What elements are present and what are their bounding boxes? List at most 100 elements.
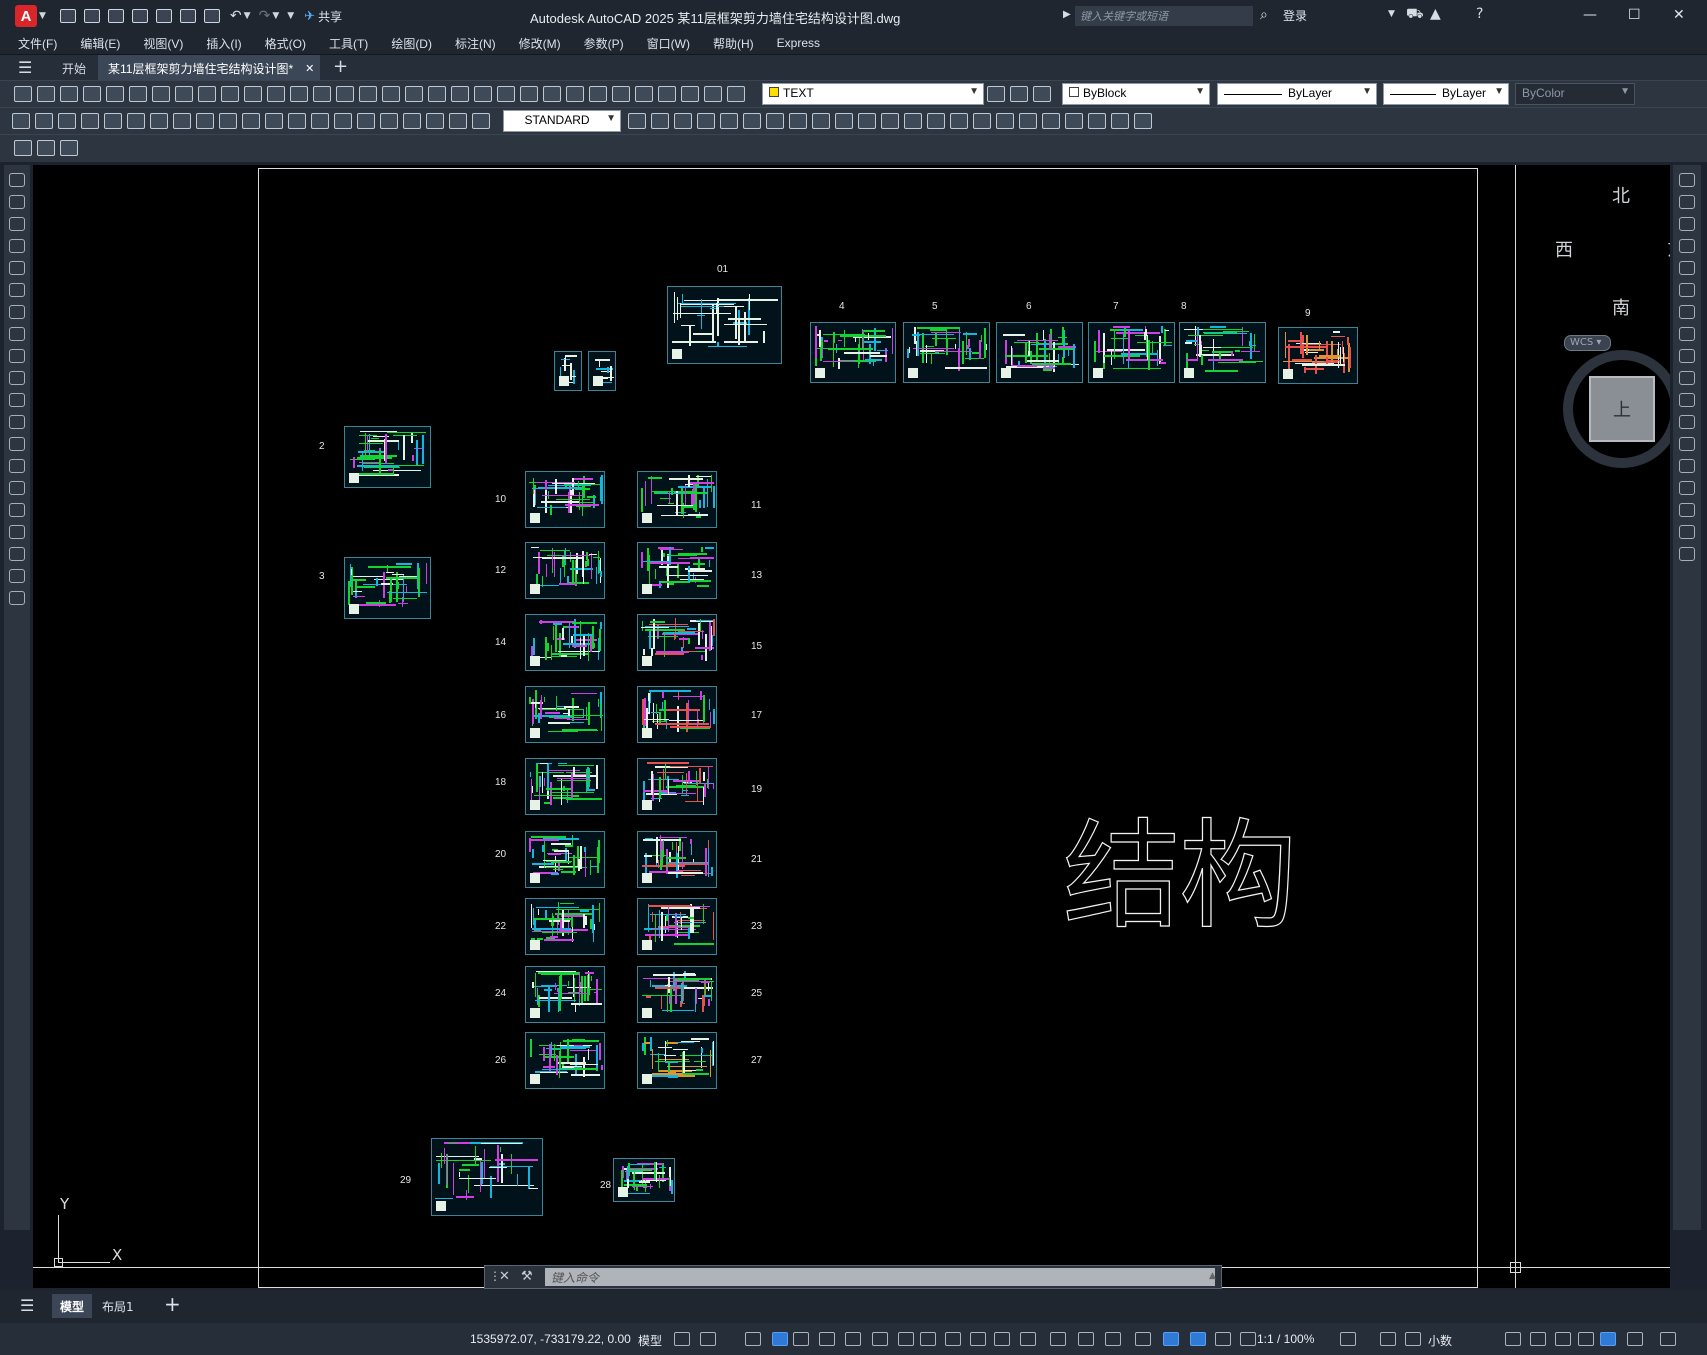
- status-toggle-icon[interactable]: [1135, 1332, 1151, 1346]
- toolbar-tool-icon[interactable]: [244, 86, 262, 102]
- lineweight-dropdown[interactable]: ByLayer ▼: [1383, 83, 1509, 105]
- draw-tool-icon[interactable]: [9, 393, 25, 407]
- toolbar-tool-icon[interactable]: [789, 113, 807, 129]
- toolbar-tool-icon[interactable]: [150, 113, 168, 129]
- drawing-sheet[interactable]: [637, 686, 717, 743]
- draw-tool-icon[interactable]: [9, 503, 25, 517]
- status-toggle-icon[interactable]: [1215, 1332, 1231, 1346]
- drawing-sheet[interactable]: [525, 614, 605, 671]
- plot-icon[interactable]: [203, 9, 220, 23]
- maximize-button[interactable]: ☐: [1628, 7, 1641, 23]
- tab-layout1[interactable]: 布局1: [102, 1298, 134, 1315]
- toolbar-tool-icon[interactable]: [987, 86, 1005, 102]
- modify-tool-icon[interactable]: [1679, 173, 1695, 187]
- toolbar-tool-icon[interactable]: [14, 86, 32, 102]
- menu-item[interactable]: 视图(V): [143, 35, 183, 52]
- model-space-toggle[interactable]: 模型: [638, 1332, 662, 1349]
- toolbar-tool-icon[interactable]: [543, 86, 561, 102]
- modify-tool-icon[interactable]: [1679, 503, 1695, 517]
- toolbar-tool-icon[interactable]: [704, 86, 722, 102]
- draw-tool-icon[interactable]: [9, 305, 25, 319]
- toolbar-tool-icon[interactable]: [1065, 113, 1083, 129]
- model-space-canvas[interactable]: Y X 结构 上 北 南 东 西 WCS ▾ 01456789231011121…: [33, 165, 1670, 1288]
- status-toggle-icon[interactable]: [970, 1332, 986, 1346]
- app-menu-chevron-icon[interactable]: ▼: [39, 11, 46, 21]
- status-toggle-icon[interactable]: [1405, 1332, 1421, 1346]
- toolbar-tool-icon[interactable]: [60, 86, 78, 102]
- status-toggle-icon[interactable]: [793, 1332, 809, 1346]
- status-toggle-icon[interactable]: [994, 1332, 1010, 1346]
- menu-item[interactable]: 文件(F): [18, 35, 57, 52]
- toolbar-tool-icon[interactable]: [221, 86, 239, 102]
- toolbar-tool-icon[interactable]: [173, 113, 191, 129]
- layout-menu-icon[interactable]: ☰: [20, 1296, 34, 1315]
- drawing-sheet[interactable]: [1088, 322, 1175, 383]
- draw-tool-icon[interactable]: [9, 481, 25, 495]
- toolbar-tool-icon[interactable]: [58, 113, 76, 129]
- toolbar-tool-icon[interactable]: [996, 113, 1014, 129]
- customize-qat-icon[interactable]: ▼: [287, 11, 294, 21]
- drawing-sheet[interactable]: [525, 686, 605, 743]
- status-toggle-icon[interactable]: [1340, 1332, 1356, 1346]
- toolbar-tool-icon[interactable]: [426, 113, 444, 129]
- menu-item[interactable]: 格式(O): [265, 35, 306, 52]
- status-toggle-icon[interactable]: [845, 1332, 861, 1346]
- modify-tool-icon[interactable]: [1679, 525, 1695, 539]
- menu-item[interactable]: Express: [777, 36, 820, 50]
- drawing-sheet[interactable]: [554, 351, 582, 391]
- toolbar-tool-icon[interactable]: [743, 113, 761, 129]
- save-as-icon[interactable]: [131, 9, 148, 23]
- drawing-sheet[interactable]: [903, 322, 990, 383]
- draw-tool-icon[interactable]: [9, 371, 25, 385]
- toolbar-tool-icon[interactable]: [1134, 113, 1152, 129]
- draw-tool-icon[interactable]: [9, 173, 25, 187]
- share-button[interactable]: 共享: [318, 8, 342, 25]
- wcs-menu-button[interactable]: WCS ▾: [1564, 335, 1611, 351]
- toolbar-tool-icon[interactable]: [881, 113, 899, 129]
- toolbar-tool-icon[interactable]: [311, 113, 329, 129]
- toolbar-tool-icon[interactable]: [35, 113, 53, 129]
- toolbar-tool-icon[interactable]: [267, 86, 285, 102]
- status-toggle-icon[interactable]: [920, 1332, 936, 1346]
- draw-tool-icon[interactable]: [9, 283, 25, 297]
- drawing-sheet[interactable]: [996, 322, 1083, 383]
- status-toggle-icon[interactable]: [1505, 1332, 1521, 1346]
- draw-tool-icon[interactable]: [9, 327, 25, 341]
- toolbar-tool-icon[interactable]: [1010, 86, 1028, 102]
- open-file-icon[interactable]: [83, 9, 100, 23]
- status-toggle-icon[interactable]: [945, 1332, 961, 1346]
- toolbar-tool-icon[interactable]: [127, 113, 145, 129]
- menu-item[interactable]: 编辑(E): [80, 35, 120, 52]
- toolbar-tool-icon[interactable]: [1033, 86, 1051, 102]
- drawing-sheet[interactable]: [525, 966, 605, 1023]
- menu-item[interactable]: 参数(P): [584, 35, 624, 52]
- cart-icon[interactable]: ⛟: [1406, 6, 1424, 24]
- toolbar-tool-icon[interactable]: [904, 113, 922, 129]
- drawing-sheet[interactable]: [637, 831, 717, 888]
- modify-tool-icon[interactable]: [1679, 305, 1695, 319]
- toolbar-tool-icon[interactable]: [37, 86, 55, 102]
- toolbar-tool-icon[interactable]: [681, 86, 699, 102]
- new-file-icon[interactable]: [59, 9, 76, 23]
- draw-tool-icon[interactable]: [9, 261, 25, 275]
- autocad-logo[interactable]: A: [15, 5, 37, 27]
- tab-active-drawing[interactable]: 某11层框架剪力墙住宅结构设计图* ✕: [98, 55, 320, 81]
- toolbar-tool-icon[interactable]: [14, 140, 32, 156]
- drawing-sheet[interactable]: [637, 542, 717, 599]
- toolbar-tool-icon[interactable]: [497, 86, 515, 102]
- modify-tool-icon[interactable]: [1679, 547, 1695, 561]
- drawing-sheet[interactable]: [637, 966, 717, 1023]
- autodesk-app-icon[interactable]: ▲: [1430, 6, 1441, 22]
- viewcube-east[interactable]: 东: [1667, 236, 1670, 262]
- modify-tool-icon[interactable]: [1679, 261, 1695, 275]
- draw-tool-icon[interactable]: [9, 217, 25, 231]
- draw-tool-icon[interactable]: [9, 591, 25, 605]
- drawing-sheet[interactable]: [810, 322, 896, 383]
- draw-tool-icon[interactable]: [9, 569, 25, 583]
- search-icon[interactable]: ⌕: [1260, 7, 1268, 23]
- modify-tool-icon[interactable]: [1679, 349, 1695, 363]
- draw-tool-icon[interactable]: [9, 437, 25, 451]
- toolbar-tool-icon[interactable]: [628, 113, 646, 129]
- status-toggle-icon[interactable]: [674, 1332, 690, 1346]
- color-dropdown[interactable]: ByBlock ▼: [1062, 83, 1210, 105]
